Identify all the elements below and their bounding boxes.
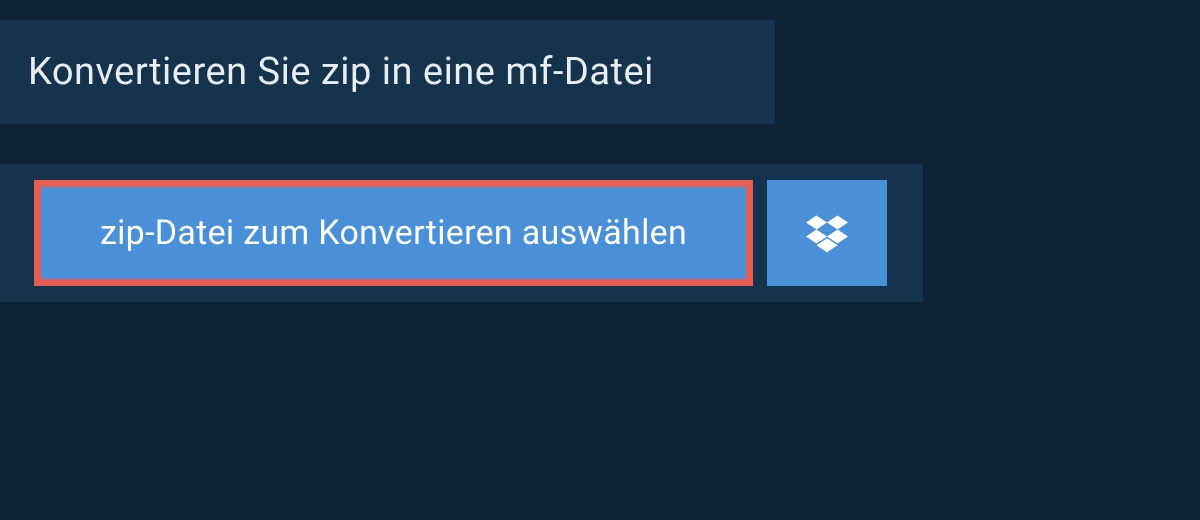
header-bar: Konvertieren Sie zip in eine mf-Datei bbox=[0, 20, 775, 124]
action-row: zip-Datei zum Konvertieren auswählen bbox=[0, 164, 923, 302]
select-file-button[interactable]: zip-Datei zum Konvertieren auswählen bbox=[34, 180, 753, 286]
dropbox-icon bbox=[806, 212, 848, 254]
dropbox-button[interactable] bbox=[767, 180, 887, 286]
page-title: Konvertieren Sie zip in eine mf-Datei bbox=[28, 50, 747, 94]
